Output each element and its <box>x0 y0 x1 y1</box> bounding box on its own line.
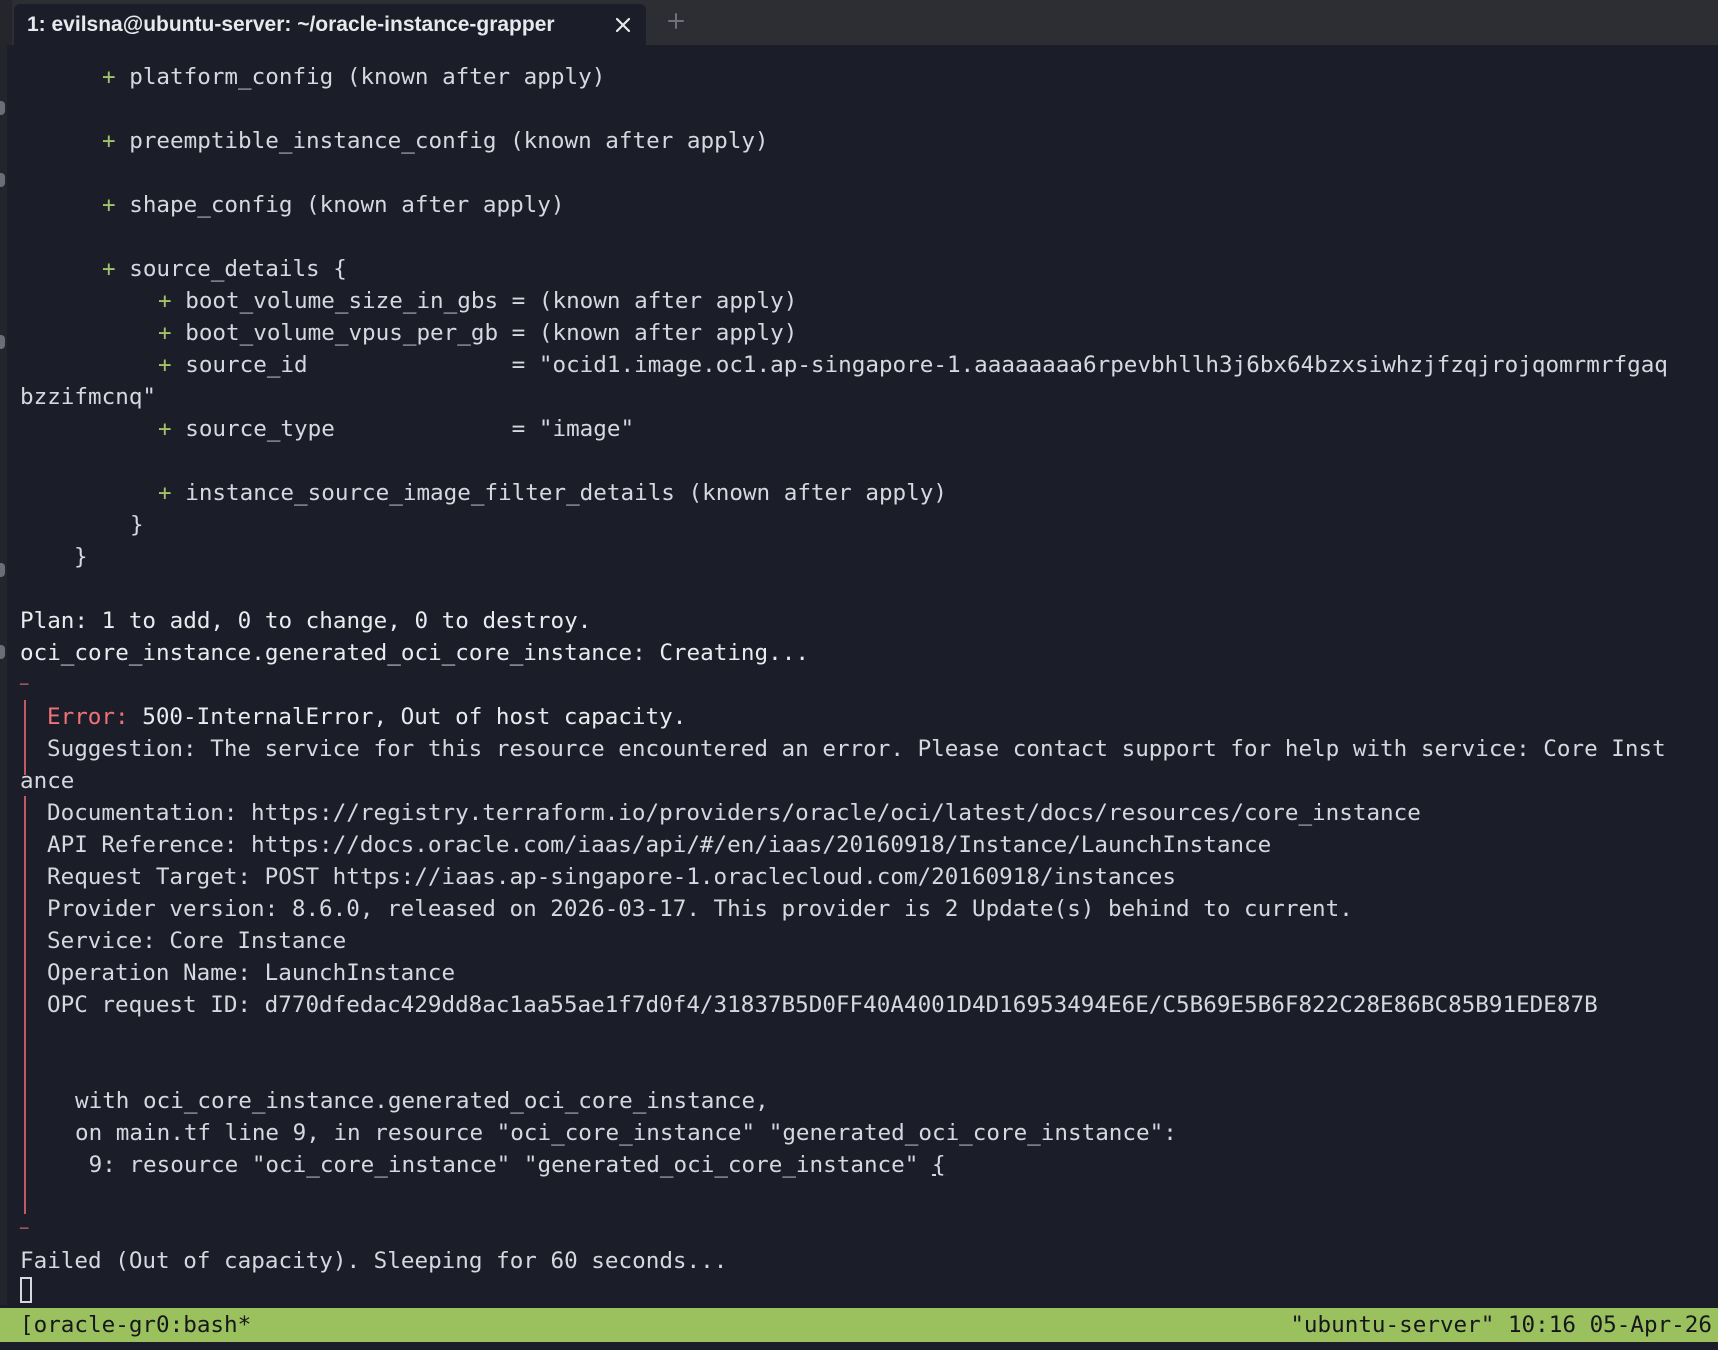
gutter-mark <box>0 563 5 577</box>
terminal-line: + platform_config (known after apply) <box>102 64 606 90</box>
suggestion-line-wrap: ance <box>20 768 75 794</box>
error-block-bottom: ─ <box>20 1221 29 1237</box>
left-gutter <box>0 45 7 1305</box>
plus-icon[interactable] <box>664 9 688 33</box>
api-reference-line: API Reference: https://docs.oracle.com/i… <box>47 832 1272 858</box>
opc-request-line: OPC request ID: d770dfedac429dd8ac1aa55a… <box>47 992 1598 1018</box>
terminal-line: } <box>74 544 88 570</box>
session-window-indicator[interactable]: [oracle-gr0:bash* <box>20 1308 251 1342</box>
tab-bar: 1: evilsna@ubuntu-server: ~/oracle-insta… <box>0 0 1718 45</box>
error-block-bar <box>24 796 26 1214</box>
terminal-line: bzzifmcnq" <box>20 384 157 410</box>
terminal-line: + shape_config (known after apply) <box>102 192 565 218</box>
close-icon[interactable] <box>612 14 634 36</box>
tab-title: 1: evilsna@ubuntu-server: ~/oracle-insta… <box>27 12 555 36</box>
gutter-mark <box>0 101 5 115</box>
request-target-line: Request Target: POST https://iaas.ap-sin… <box>47 864 1177 890</box>
documentation-line: Documentation: https://registry.terrafor… <box>47 800 1421 826</box>
host-clock-indicator: "ubuntu-server" 10:16 05-Apr-26 <box>1290 1312 1712 1338</box>
provider-version-line: Provider version: 8.6.0, released on 202… <box>47 896 1353 922</box>
gutter-mark <box>0 645 5 659</box>
terminal-line: + boot_volume_vpus_per_gb = (known after… <box>158 320 798 346</box>
terminal-line: + preemptible_instance_config (known aft… <box>102 128 769 154</box>
with-line: with oci_core_instance.generated_oci_cor… <box>75 1088 769 1114</box>
terminal-line: + source_type = "image" <box>158 416 635 442</box>
suggestion-line: Suggestion: The service for this resourc… <box>47 736 1666 762</box>
terminal-cursor <box>20 1277 32 1303</box>
on-line: on main.tf line 9, in resource "oci_core… <box>75 1120 1177 1146</box>
terminal-tab-active[interactable]: 1: evilsna@ubuntu-server: ~/oracle-insta… <box>14 4 646 45</box>
tmux-status-bar: [oracle-gr0:bash* "ubuntu-server" 10:16 … <box>0 1308 1718 1342</box>
error-block-bar <box>24 700 26 775</box>
terminal-line: + source_details { <box>102 256 347 282</box>
error-block-top: ─ <box>20 677 29 693</box>
tab-bar-left-edge <box>0 0 12 45</box>
service-line: Service: Core Instance <box>47 928 347 954</box>
terminal-line: } <box>130 512 144 538</box>
gutter-mark <box>0 335 5 349</box>
terminal-line: + boot_volume_size_in_gbs = (known after… <box>158 288 798 314</box>
terminal-line: + instance_source_image_filter_details (… <box>158 480 947 506</box>
plan-summary: Plan: 1 to add, 0 to change, 0 to destro… <box>20 608 592 634</box>
terminal-line: + source_id = "ocid1.image.oc1.ap-singap… <box>158 352 1668 378</box>
operation-line: Operation Name: LaunchInstance <box>47 960 456 986</box>
creating-status: oci_core_instance.generated_oci_core_ins… <box>20 640 809 666</box>
bottom-edge <box>0 1342 1718 1350</box>
error-line: Error: 500-InternalError, Out of host ca… <box>47 704 687 730</box>
code-line: 9: resource "oci_core_instance" "generat… <box>75 1152 946 1178</box>
failed-status: Failed (Out of capacity). Sleeping for 6… <box>20 1248 728 1274</box>
gutter-mark <box>0 173 5 187</box>
